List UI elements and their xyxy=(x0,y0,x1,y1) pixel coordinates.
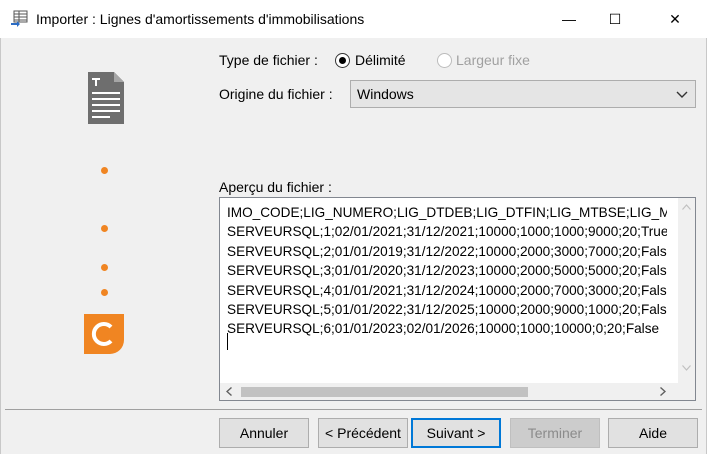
button-separator xyxy=(5,409,702,410)
scroll-down-icon[interactable] xyxy=(682,365,691,371)
next-button[interactable]: Suivant > xyxy=(411,418,501,448)
step-dot xyxy=(101,167,108,174)
text-document-icon xyxy=(88,72,124,124)
window-border-left xyxy=(0,38,1,454)
cegid-logo-icon xyxy=(84,314,124,354)
help-button[interactable]: Aide xyxy=(608,418,698,448)
origin-select[interactable]: Windows xyxy=(350,80,696,108)
chevron-down-icon xyxy=(676,91,688,98)
maximize-button[interactable]: ☐ xyxy=(592,0,638,38)
preview-line: SERVEURSQL;5;01/01/2022;31/12/2025;10000… xyxy=(227,302,667,318)
origin-select-value: Windows xyxy=(357,86,414,102)
cancel-button[interactable]: Annuler xyxy=(219,418,309,448)
preview-line: SERVEURSQL;3;01/01/2020;31/12/2023;10000… xyxy=(227,263,667,279)
step-dot xyxy=(101,264,108,271)
preview-line: SERVEURSQL;4;01/01/2021;31/12/2024;10000… xyxy=(227,282,667,298)
preview-line: SERVEURSQL;2;01/01/2019;31/12/2022;10000… xyxy=(227,243,667,259)
minimize-button[interactable]: — xyxy=(546,0,592,38)
horizontal-scroll-thumb[interactable] xyxy=(241,387,528,397)
import-table-icon xyxy=(11,10,28,27)
radio-fixed-width-label: Largeur fixe xyxy=(456,52,530,68)
radio-fixed-width xyxy=(437,53,452,68)
previous-button[interactable]: < Précédent xyxy=(318,418,408,448)
radio-delimited[interactable] xyxy=(335,53,350,68)
preview-line: SERVEURSQL;1;02/01/2021;31/12/2021;10000… xyxy=(227,224,667,240)
file-type-label: Type de fichier : xyxy=(219,52,318,68)
scrollbar-corner xyxy=(678,383,695,400)
text-caret xyxy=(227,333,228,350)
preview-line: SERVEURSQL;6;01/01/2023;02/01/2026;10000… xyxy=(227,321,660,337)
scroll-left-icon[interactable] xyxy=(226,387,232,396)
step-dot xyxy=(101,289,108,296)
close-button[interactable]: ✕ xyxy=(652,0,698,38)
step-dot xyxy=(101,225,108,232)
horizontal-scrollbar[interactable] xyxy=(220,383,695,400)
file-preview-textbox[interactable]: IMO_CODE;LIG_NUMERO;LIG_DTDEB;LIG_DTFIN;… xyxy=(219,197,696,401)
preview-line: IMO_CODE;LIG_NUMERO;LIG_DTDEB;LIG_DTFIN;… xyxy=(227,205,667,220)
radio-delimited-label[interactable]: Délimité xyxy=(355,52,406,68)
preview-label: Aperçu du fichier : xyxy=(219,179,332,195)
title-bar: Importer : Lignes d'amortissements d'imm… xyxy=(0,0,707,38)
scroll-up-icon[interactable] xyxy=(682,204,691,210)
window-title: Importer : Lignes d'amortissements d'imm… xyxy=(36,11,365,27)
finish-button: Terminer xyxy=(510,418,600,448)
origin-label: Origine du fichier : xyxy=(219,86,333,102)
scroll-right-icon[interactable] xyxy=(660,387,666,396)
preview-lines: IMO_CODE;LIG_NUMERO;LIG_DTDEB;LIG_DTFIN;… xyxy=(227,203,667,339)
vertical-scrollbar[interactable] xyxy=(678,198,695,383)
